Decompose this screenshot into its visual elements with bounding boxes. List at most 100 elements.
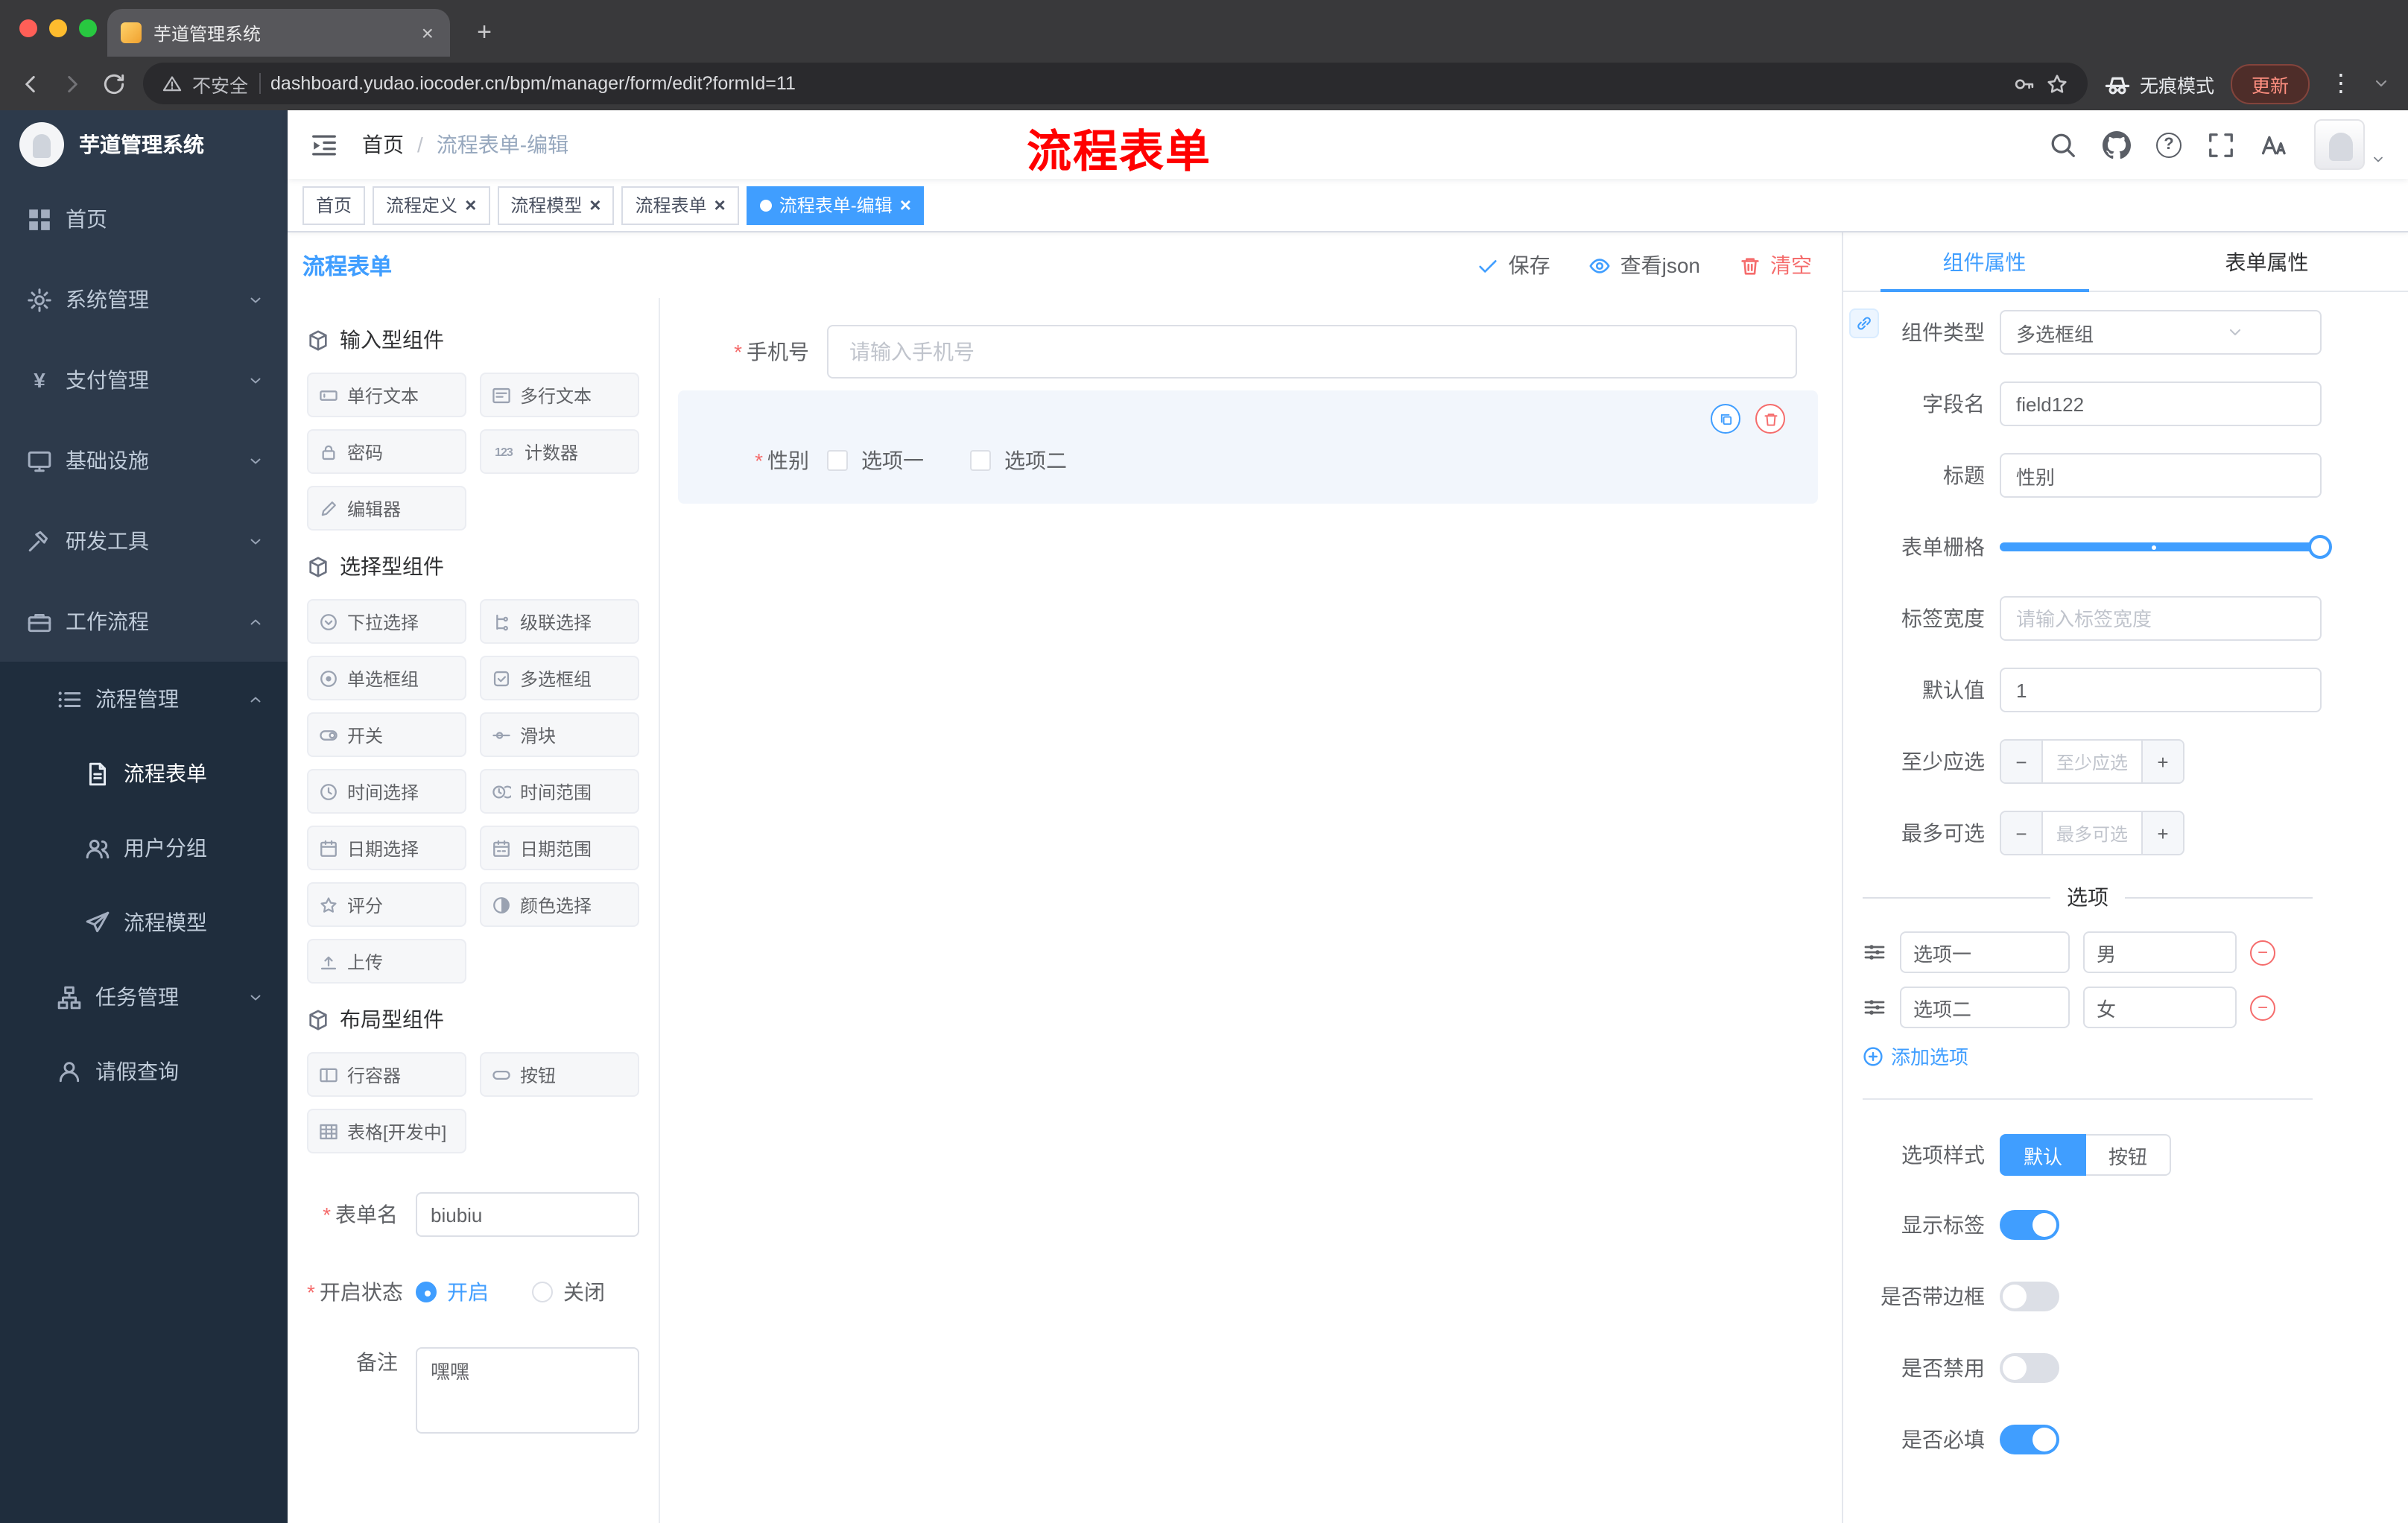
search-icon[interactable] <box>2049 130 2077 159</box>
palette-item-slider[interactable]: 滑块 <box>480 712 639 757</box>
decrease-icon[interactable]: − <box>2001 812 2043 854</box>
tab-form-props[interactable]: 表单属性 <box>2126 232 2408 291</box>
close-icon[interactable]: × <box>900 194 911 216</box>
disabled-switch[interactable] <box>2000 1353 2059 1383</box>
palette-item-checkbox-group[interactable]: 多选框组 <box>480 656 639 700</box>
sidebar-item-leave-query[interactable]: 请假查询 <box>0 1034 288 1109</box>
option-drag-icon[interactable] <box>1863 995 1886 1019</box>
view-json-button[interactable]: 查看json <box>1589 250 1700 280</box>
remove-option-icon[interactable]: − <box>2250 940 2275 965</box>
style-default-button[interactable]: 默认 <box>2000 1134 2087 1176</box>
title-input[interactable] <box>2000 453 2322 498</box>
phone-input[interactable] <box>827 325 1797 379</box>
tab-component-props[interactable]: 组件属性 <box>1843 232 2126 292</box>
tab-close-icon[interactable]: × <box>419 21 437 45</box>
avatar[interactable] <box>2314 119 2365 170</box>
reload-icon[interactable] <box>101 71 127 96</box>
breadcrumb-home[interactable]: 首页 <box>362 130 404 159</box>
option-drag-icon[interactable] <box>1863 940 1886 964</box>
key-icon[interactable] <box>2013 72 2035 95</box>
minimize-window-button[interactable] <box>49 19 67 37</box>
tag-process-form[interactable]: 流程表单 × <box>621 186 739 224</box>
new-tab-button[interactable]: + <box>465 13 504 52</box>
bookmark-star-icon[interactable] <box>2046 72 2068 95</box>
add-option-button[interactable]: 添加选项 <box>1863 1042 2408 1070</box>
sidebar-item-system[interactable]: 系统管理 <box>0 259 288 340</box>
sidebar-item-workflow[interactable]: 工作流程 <box>0 581 288 662</box>
link-icon[interactable] <box>1849 308 1879 338</box>
sidebar-logo[interactable]: 芋道管理系统 <box>0 110 288 179</box>
palette-item-date-picker[interactable]: 日期选择 <box>307 826 466 870</box>
palette-item-rate[interactable]: 评分 <box>307 882 466 927</box>
slider-handle[interactable] <box>2308 535 2332 559</box>
address-bar[interactable]: 不安全 dashboard.yudao.iocoder.cn/bpm/manag… <box>143 63 2088 104</box>
sidebar-item-task-mgmt[interactable]: 任务管理 <box>0 960 288 1034</box>
chevron-down-icon[interactable] <box>2372 75 2390 92</box>
remark-textarea[interactable]: 嘿嘿 <box>416 1347 639 1434</box>
sidebar-item-home[interactable]: 首页 <box>0 179 288 259</box>
palette-item-textarea[interactable]: 多行文本 <box>480 373 639 417</box>
default-value-input[interactable] <box>2000 668 2322 712</box>
tag-process-form-edit[interactable]: 流程表单-编辑 × <box>746 186 925 224</box>
palette-item-select[interactable]: 下拉选择 <box>307 599 466 644</box>
option-value-input[interactable] <box>2083 987 2237 1028</box>
tag-home[interactable]: 首页 <box>302 186 366 224</box>
palette-item-password[interactable]: 密码 <box>307 429 466 474</box>
palette-item-color-picker[interactable]: 颜色选择 <box>480 882 639 927</box>
min-select-stepper[interactable]: − 至少应选 + <box>2000 739 2184 784</box>
palette-item-row-container[interactable]: 行容器 <box>307 1052 466 1097</box>
max-select-stepper[interactable]: − 最多可选 + <box>2000 811 2184 855</box>
status-on-radio[interactable]: 开启 <box>416 1277 489 1307</box>
sidebar-item-devtools[interactable]: 研发工具 <box>0 501 288 581</box>
font-size-icon[interactable] <box>2260 130 2289 159</box>
border-switch[interactable] <box>2000 1282 2059 1311</box>
palette-item-single-text[interactable]: 单行文本 <box>307 373 466 417</box>
palette-item-button[interactable]: 按钮 <box>480 1052 639 1097</box>
tag-process-model[interactable]: 流程模型 × <box>497 186 615 224</box>
palette-item-date-range[interactable]: 日期范围 <box>480 826 639 870</box>
clear-button[interactable]: 清空 <box>1739 250 1812 280</box>
save-button[interactable]: 保存 <box>1477 250 1550 280</box>
close-icon[interactable]: × <box>589 194 601 216</box>
show-label-switch[interactable] <box>2000 1210 2059 1240</box>
browser-menu-icon[interactable]: ⋮ <box>2326 69 2356 98</box>
sidebar-item-payment[interactable]: ¥ 支付管理 <box>0 340 288 420</box>
palette-item-table[interactable]: 表格[开发中] <box>307 1109 466 1153</box>
hamburger-icon[interactable] <box>310 130 338 159</box>
forward-icon[interactable] <box>60 71 85 96</box>
palette-item-time-range[interactable]: 时间范围 <box>480 769 639 814</box>
label-width-input[interactable] <box>2000 596 2322 641</box>
status-off-radio[interactable]: 关闭 <box>532 1277 605 1307</box>
component-type-select[interactable]: 多选框组 <box>2000 310 2322 355</box>
fullscreen-icon[interactable] <box>2207 130 2235 159</box>
close-icon[interactable]: × <box>715 194 726 216</box>
sidebar-item-process-form[interactable]: 流程表单 <box>0 736 288 811</box>
palette-item-editor[interactable]: 编辑器 <box>307 486 466 531</box>
sidebar-item-infra[interactable]: 基础设施 <box>0 420 288 501</box>
style-button-button[interactable]: 按钮 <box>2086 1134 2172 1176</box>
palette-item-upload[interactable]: 上传 <box>307 939 466 984</box>
github-icon[interactable] <box>2103 130 2131 159</box>
form-canvas[interactable]: *手机号 *性别 选项一 选项二 <box>660 298 1842 1523</box>
increase-icon[interactable]: + <box>2141 741 2183 782</box>
phone-field-row[interactable]: * 手机号 <box>678 325 1797 379</box>
update-button[interactable]: 更新 <box>2230 63 2310 104</box>
option-label-input[interactable] <box>1900 931 2070 973</box>
checkbox-box[interactable] <box>970 450 991 471</box>
sidebar-item-process-mgmt[interactable]: 流程管理 <box>0 662 288 736</box>
remove-option-icon[interactable]: − <box>2250 995 2275 1020</box>
close-icon[interactable]: × <box>465 194 476 216</box>
sidebar-item-user-group[interactable]: 用户分组 <box>0 811 288 885</box>
warning-icon[interactable] <box>162 74 182 93</box>
zoom-window-button[interactable] <box>79 19 97 37</box>
palette-item-radio-group[interactable]: 单选框组 <box>307 656 466 700</box>
delete-widget-button[interactable] <box>1755 404 1785 434</box>
checkbox-option-1[interactable]: 选项一 <box>827 446 924 475</box>
required-switch[interactable] <box>2000 1425 2059 1454</box>
close-window-button[interactable] <box>19 19 37 37</box>
user-menu[interactable] <box>2314 119 2386 170</box>
checkbox-option-2[interactable]: 选项二 <box>970 446 1067 475</box>
option-label-input[interactable] <box>1900 987 2070 1028</box>
checkbox-box[interactable] <box>827 450 848 471</box>
copy-widget-button[interactable] <box>1711 404 1740 434</box>
